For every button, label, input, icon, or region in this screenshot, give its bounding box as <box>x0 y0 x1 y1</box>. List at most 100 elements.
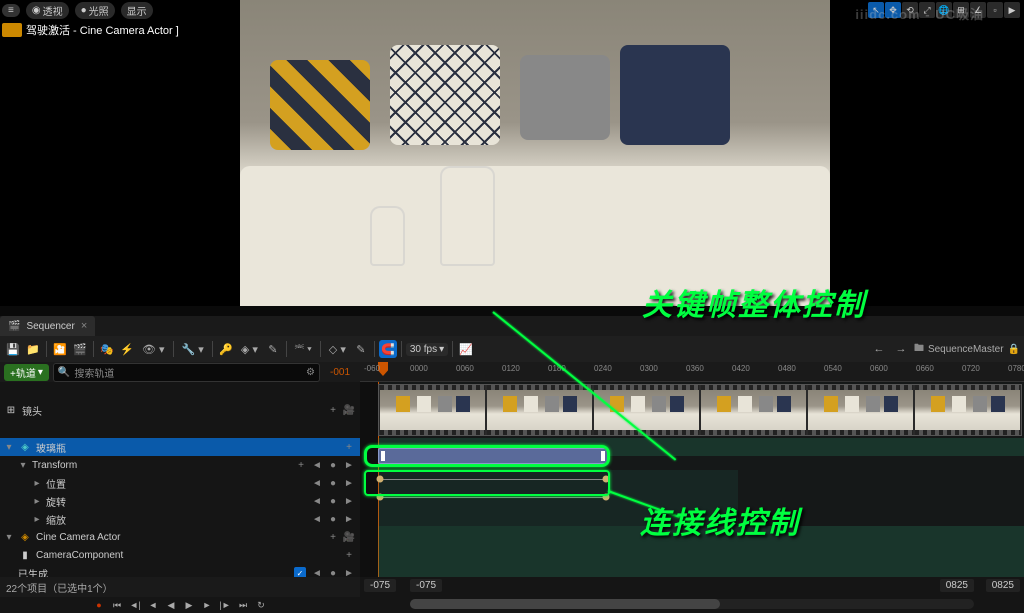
scale-track[interactable]: ▸ 缩放 ◄●► <box>0 510 360 528</box>
next-key-button[interactable]: ► <box>342 514 356 525</box>
range-end-input[interactable]: 0825 <box>986 579 1020 592</box>
expand-icon[interactable]: ▸ <box>32 496 42 507</box>
transform-curve-area[interactable] <box>378 470 738 526</box>
actions-button[interactable]: ⚡ <box>118 340 136 358</box>
add-button[interactable]: + <box>342 550 356 561</box>
timeline-ruler[interactable]: -060000000600120018002400300036004200480… <box>360 362 1024 382</box>
viewport-menu-button[interactable]: ≡ <box>2 4 20 17</box>
edit-icon[interactable]: ✎ <box>264 340 282 358</box>
camera-cut-track[interactable]: ⊞ 镜头 +🎥 <box>0 382 360 438</box>
add-button[interactable]: + <box>326 532 340 543</box>
render-movie-button[interactable]: 🎦 <box>51 340 69 358</box>
key-interp-button[interactable]: ⎃ ▾ <box>291 340 316 358</box>
play-button[interactable]: ▶ <box>182 598 196 612</box>
autokey-button[interactable]: ◈ ▾ <box>237 340 262 358</box>
add-key-button[interactable]: ● <box>326 568 340 578</box>
play-reverse-button[interactable]: ◀ <box>164 598 178 612</box>
prev-key-button[interactable]: ◄ <box>310 478 324 489</box>
key-button[interactable]: 🔑 <box>217 340 235 358</box>
keyframe[interactable] <box>377 476 384 483</box>
add-key-button[interactable]: ● <box>326 460 340 471</box>
section-handle-left[interactable] <box>381 451 385 461</box>
expand-icon[interactable]: ▾ <box>4 442 14 453</box>
spawned-track[interactable]: 已生成 ✓ ◄●► <box>0 564 360 577</box>
viewport-render[interactable] <box>240 0 830 306</box>
view-options-button[interactable]: 👁 ▾ <box>138 340 169 358</box>
playback-options-button[interactable]: 🔧 ▾ <box>178 340 208 358</box>
rotation-track[interactable]: ▸ 旋转 ◄●► <box>0 492 360 510</box>
next-key-button[interactable]: ► <box>342 460 356 471</box>
fps-dropdown[interactable]: 30 fps ▾ <box>406 343 448 356</box>
nav-forward-button[interactable]: → <box>892 340 910 358</box>
next-key-button[interactable]: ► <box>342 478 356 489</box>
allow-edits-icon[interactable]: ✎ <box>352 340 370 358</box>
spawned-checkbox[interactable]: ✓ <box>294 567 306 577</box>
browse-button[interactable]: 📁 <box>24 340 42 358</box>
close-icon[interactable]: × <box>81 320 87 332</box>
expand-icon[interactable]: ▾ <box>4 532 14 543</box>
gizmo-speed-icon[interactable]: ▶ <box>1004 2 1020 18</box>
expand-icon[interactable]: ▾ <box>18 460 28 471</box>
range-start-input[interactable]: -075 <box>364 579 396 592</box>
snap-button[interactable]: 🧲 <box>379 340 397 358</box>
camera-cut-section[interactable] <box>378 384 1022 436</box>
prev-key-button[interactable]: ◄ <box>310 514 324 525</box>
next-key-button[interactable]: ► <box>342 496 356 507</box>
prev-key-button[interactable]: ◄ <box>310 496 324 507</box>
timeline-scrollbar-track[interactable] <box>410 599 974 609</box>
gizmo-scale-snap-icon[interactable]: ▫ <box>987 2 1003 18</box>
goto-end-button[interactable]: ⏭ <box>236 598 250 612</box>
add-section-button[interactable]: + <box>326 405 340 416</box>
save-button[interactable]: 💾 <box>4 340 22 358</box>
prev-key-button[interactable]: ◄ <box>310 568 324 578</box>
transform-track[interactable]: ▾ Transform +◄●► <box>0 456 360 474</box>
prev-key-button[interactable]: ◄| <box>128 598 142 612</box>
add-key-button[interactable]: ● <box>326 514 340 525</box>
curve-editor-button[interactable]: 📈 <box>457 340 475 358</box>
add-button[interactable]: + <box>294 460 308 471</box>
viewport-show-dropdown[interactable]: 显示 <box>121 2 153 19</box>
pilot-camera-button[interactable]: 🎥 <box>342 532 356 543</box>
section-handle-right[interactable] <box>601 451 605 461</box>
view-end-display[interactable]: 0825 <box>940 579 974 592</box>
timeline-scrollbar-thumb[interactable] <box>410 599 720 609</box>
add-key-button[interactable]: + <box>342 442 356 453</box>
director-icon[interactable]: 🎭 <box>98 340 116 358</box>
view-start-display[interactable]: -075 <box>410 579 442 592</box>
next-key-button[interactable]: |► <box>218 598 232 612</box>
keyframe[interactable] <box>377 494 384 501</box>
location-track[interactable]: ▸ 位置 ◄●► <box>0 474 360 492</box>
cine-camera-track[interactable]: ▾ ◈ Cine Camera Actor +🎥 <box>0 528 360 546</box>
viewport-lit-dropdown[interactable]: ● 光照 <box>75 2 115 19</box>
record-button[interactable]: ● <box>92 598 106 612</box>
step-forward-button[interactable]: ► <box>200 598 214 612</box>
next-key-button[interactable]: ► <box>342 568 356 578</box>
keyframe[interactable] <box>603 494 610 501</box>
step-back-button[interactable]: ◄ <box>146 598 160 612</box>
glass-section-bar[interactable] <box>378 448 608 464</box>
filter-icon[interactable]: ⚙ <box>306 367 315 378</box>
sequence-name[interactable]: SequenceMaster <box>928 344 1004 355</box>
expand-icon[interactable]: ▸ <box>32 478 42 489</box>
glass-actor-track[interactable]: ▾ ◈ 玻璃瓶 + <box>0 438 360 456</box>
lock-camera-button[interactable]: 🎥 <box>342 405 356 416</box>
add-key-button[interactable]: ● <box>326 496 340 507</box>
keyframe[interactable] <box>603 476 610 483</box>
timeline-area[interactable] <box>360 382 1024 577</box>
expand-icon[interactable]: ▸ <box>32 514 42 525</box>
render-options-button[interactable]: 🎬 <box>71 340 89 358</box>
add-key-button[interactable]: ● <box>326 478 340 489</box>
prev-key-button[interactable]: ◄ <box>310 460 324 471</box>
loop-button[interactable]: ↻ <box>254 598 268 612</box>
sequencer-tab[interactable]: 🎬 Sequencer × <box>0 316 95 336</box>
lock-icon[interactable]: 🔒 <box>1008 344 1020 355</box>
search-input[interactable]: 🔍搜索轨道⚙ <box>53 363 320 382</box>
camera-pilot-label[interactable]: ▮ 驾驶激活 - Cine Camera Actor ] <box>2 22 179 38</box>
autokey-options[interactable]: ◇ ▾ <box>325 340 350 358</box>
nav-back-button[interactable]: ← <box>870 340 888 358</box>
current-frame-display[interactable]: -001 <box>324 367 356 378</box>
add-track-button[interactable]: +轨道 ▾ <box>4 364 49 381</box>
viewport-perspective-dropdown[interactable]: ◉ 透视 <box>26 2 69 19</box>
camera-component-track[interactable]: ▮ CameraComponent + <box>0 546 360 564</box>
goto-start-button[interactable]: ⏮ <box>110 598 124 612</box>
